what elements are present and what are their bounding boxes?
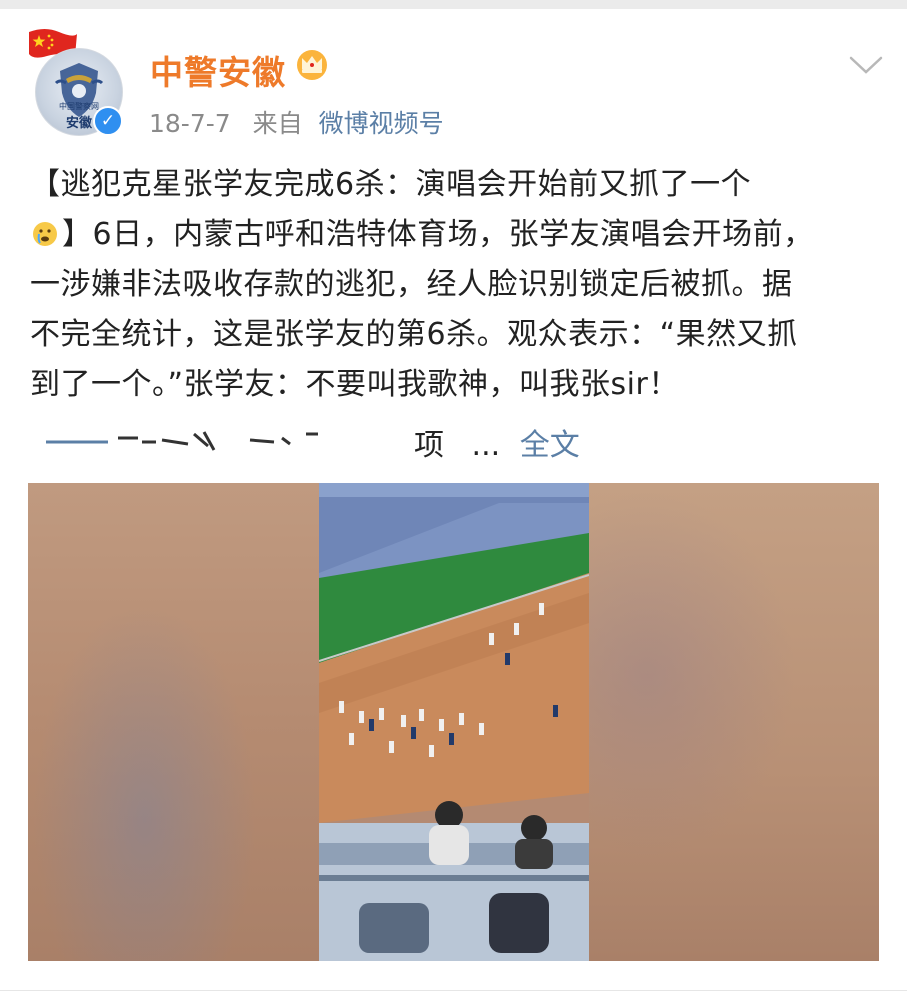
account-name[interactable]: 中警安徽 [150, 46, 286, 94]
chevron-down-icon[interactable] [848, 54, 884, 76]
post-date: 18-7-7 [149, 109, 231, 138]
post-body: 【逃犯克星张学友完成6杀：演唱会开始前又抓了一个 】6日，内蒙古呼和浩特体育场，… [30, 160, 890, 410]
truncated-fragment: 项 [414, 428, 444, 463]
ellipsis: ... [471, 428, 501, 463]
body-line: 一涉嫌非法吸收存款的逃犯，经人脸识别锁定后被抓。据 [30, 267, 793, 302]
expand-full-text-link[interactable]: 全文 [520, 428, 580, 463]
post-meta: 18-7-7 来自 微博视频号 [149, 104, 444, 140]
expand-row: 项 ... 全文 [414, 420, 580, 464]
body-line: 到了一个。”张学友：不要叫我歌神，叫我张sir！ [30, 367, 679, 402]
blurred-background-left [28, 483, 319, 961]
verified-badge-icon: ✓ [93, 106, 123, 136]
video-thumbnail[interactable] [28, 483, 879, 961]
body-line: 【逃犯克星张学友完成6杀：演唱会开始前又抓了一个 [30, 167, 752, 202]
blurred-background-right [589, 483, 879, 961]
source-link[interactable]: 微博视频号 [319, 109, 444, 138]
body-line: 】6日，内蒙古呼和浩特体育场，张学友演唱会开场前， [62, 217, 814, 252]
source-prefix: 来自 [252, 109, 303, 138]
cropped-text-smudge [46, 431, 318, 451]
vip-crown-icon [297, 50, 327, 80]
divider [0, 990, 907, 991]
avatar[interactable]: 中国警察网 安徽 ✓ [25, 26, 125, 136]
stadium-video-frame [319, 483, 589, 961]
crying-emoji-icon [30, 214, 60, 246]
body-line: 不完全统计，这是张学友的第6杀。观众表示：“果然又抓 [30, 317, 798, 352]
body-line-with-emoji: 】6日，内蒙古呼和浩特体育场，张学友演唱会开场前， [30, 210, 890, 260]
top-strip [0, 0, 907, 9]
